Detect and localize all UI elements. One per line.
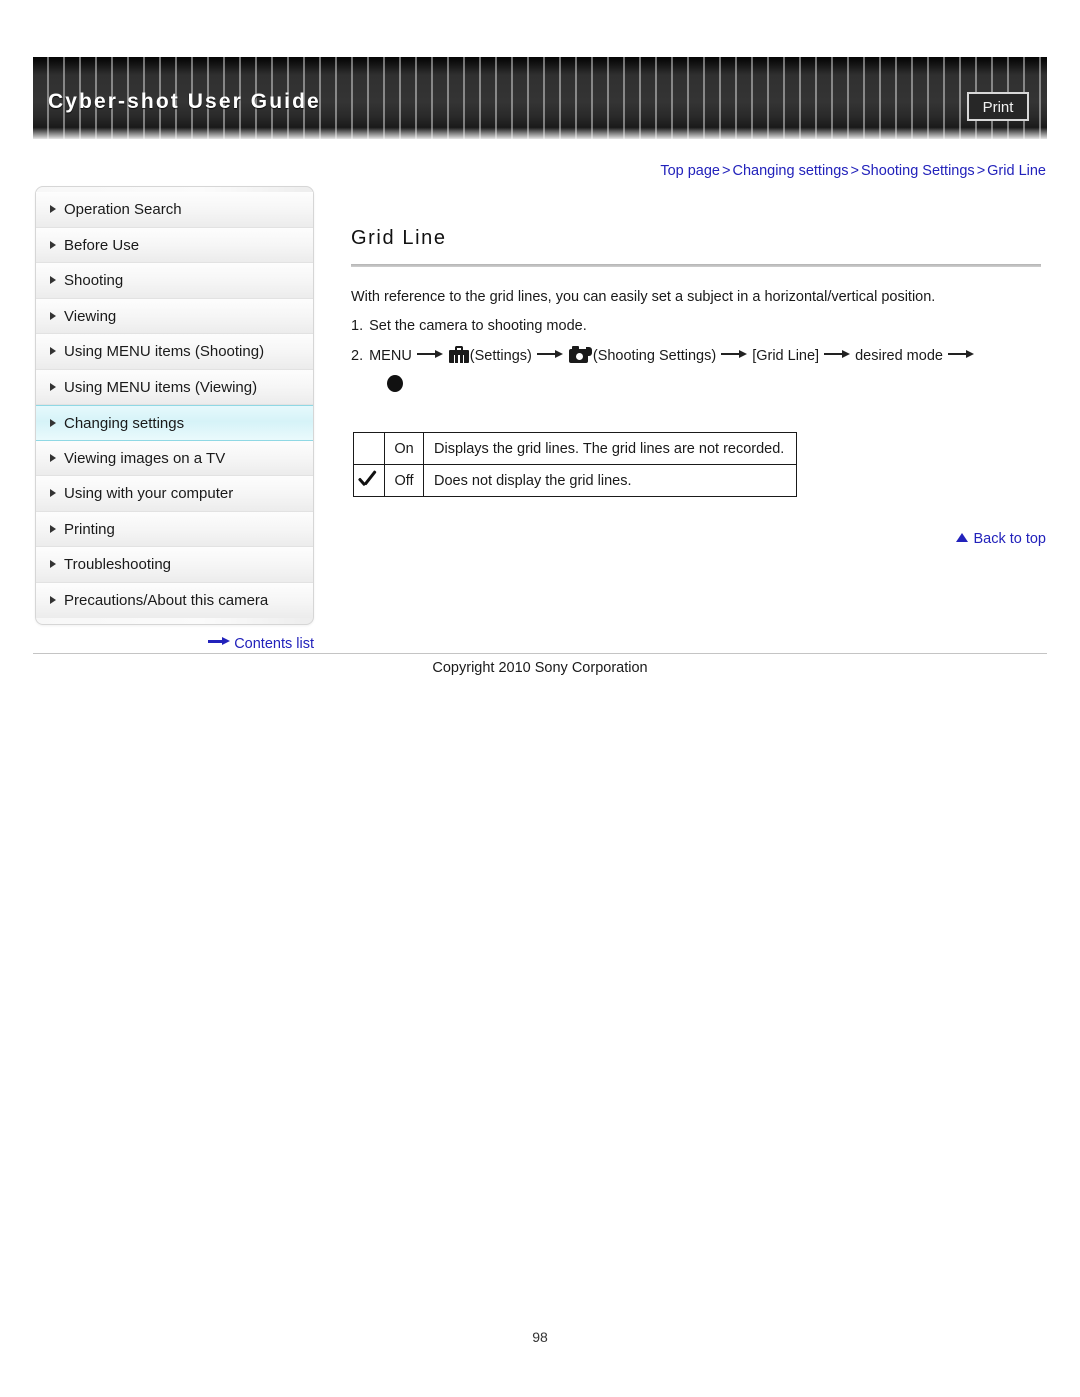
triangle-bullet-icon [50, 276, 56, 285]
triangle-bullet-icon [50, 560, 56, 569]
arrow-right-icon [536, 349, 563, 359]
triangle-bullet-icon [50, 524, 56, 533]
sidebar-item-before-use[interactable]: Before Use [36, 227, 313, 263]
intro-paragraph: With reference to the grid lines, you ca… [351, 289, 936, 305]
triangle-bullet-icon [50, 489, 56, 498]
sidebar-item-viewing[interactable]: Viewing [36, 298, 313, 334]
sidebar-item-using-menu-items-shooting[interactable]: Using MENU items (Shooting) [36, 334, 313, 370]
title-divider [351, 264, 1041, 267]
triangle-bullet-icon [50, 311, 56, 320]
filled-circle-bullet-icon [387, 375, 403, 392]
step-1: 1. Set the camera to shooting mode. [351, 318, 587, 334]
row-option-description: Displays the grid lines. The grid lines … [422, 432, 798, 465]
page-number: 98 [532, 1329, 548, 1345]
sidebar-item-label: Troubleshooting [64, 556, 172, 573]
camera-shooting-settings-icon [568, 346, 592, 363]
breadcrumb-separator: > [722, 163, 731, 179]
row-option-name: Off [384, 464, 424, 497]
step-2-number: 2. [351, 348, 364, 364]
triangle-bullet-icon [50, 596, 56, 605]
contents-list-link[interactable]: Contents list [35, 636, 314, 652]
triangle-bullet-icon [50, 382, 56, 391]
table-row: Off Does not display the grid lines. [353, 464, 798, 497]
print-button[interactable]: Print [967, 92, 1029, 121]
arrow-right-icon [208, 637, 231, 646]
arrow-right-icon [947, 349, 974, 359]
step-2-settings-label: (Settings) [469, 348, 532, 364]
footer-divider [33, 653, 1047, 654]
step-1-number: 1. [351, 318, 364, 334]
breadcrumb-item-changing-settings[interactable]: Changing settings [732, 163, 848, 179]
sidebar-item-label: Using with your computer [64, 485, 234, 502]
sidebar-item-changing-settings[interactable]: Changing settings [36, 405, 313, 441]
sidebar-item-label: Printing [64, 520, 115, 538]
sidebar-item-using-menu-items-viewing[interactable]: Using MENU items (Viewing) [36, 369, 313, 405]
breadcrumb-separator: > [850, 163, 860, 179]
triangle-bullet-icon [50, 347, 56, 356]
sidebar-item-label: Viewing images on a TV [64, 449, 226, 467]
sidebar-item-precautions-about-this-camera[interactable]: Precautions/About this camera [36, 582, 313, 618]
triangle-bullet-icon [50, 418, 56, 427]
arrow-right-icon [721, 349, 748, 359]
sidebar-item-label: Operation Search [64, 201, 182, 218]
row-option-name: On [384, 432, 424, 465]
breadcrumb: Top page > Changing settings > Shooting Sett… [346, 163, 1046, 179]
sidebar-item-viewing-images-on-a-tv[interactable]: Viewing images on a TV [36, 440, 313, 476]
row-check-cell [353, 464, 385, 497]
breadcrumb-separator: > [976, 163, 986, 179]
sidebar-navigation: Operation Search Before Use Shooting Vie… [35, 186, 314, 625]
arrow-right-icon [416, 349, 443, 359]
sidebar-item-label: Viewing [64, 307, 117, 325]
step-2: 2. MENU (Settings) (Shooting Settings) [Grid… [351, 346, 979, 364]
triangle-bullet-icon [50, 453, 56, 462]
sidebar-item-label: Changing settings [64, 415, 185, 432]
page-title: Grid Line [351, 227, 447, 249]
row-option-description: Does not display the grid lines. [422, 464, 798, 497]
triangle-bullet-icon [50, 205, 56, 214]
toolbox-settings-icon [448, 346, 469, 363]
sidebar-item-using-with-your-computer[interactable]: Using with your computer [36, 476, 313, 512]
row-check-cell [353, 432, 385, 465]
triangle-bullet-icon [50, 240, 56, 249]
back-to-top-link[interactable]: Back to top [800, 531, 1046, 547]
grid-line-options-table: On Displays the grid lines. The grid lin… [353, 432, 798, 497]
sidebar-item-label: Shooting [64, 272, 124, 289]
arrow-right-icon [824, 349, 851, 359]
site-header: Cyber-shot User Guide Print [33, 57, 1047, 139]
sidebar-item-label: Before Use [64, 236, 140, 254]
back-to-top-label: Back to top [973, 531, 1046, 547]
copyright-text: Copyright 2010 Sony Corporation [432, 660, 648, 676]
step-2-shooting-settings-label: (Shooting Settings) [592, 348, 717, 364]
breadcrumb-item-shooting-settings[interactable]: Shooting Settings [861, 163, 975, 179]
sidebar-item-printing[interactable]: Printing [36, 511, 313, 547]
triangle-up-icon [956, 533, 969, 542]
sidebar-item-label: Precautions/About this camera [64, 591, 269, 609]
step-2-desired-mode-label: desired mode [855, 348, 943, 364]
sidebar-item-shooting[interactable]: Shooting [36, 263, 313, 299]
breadcrumb-item-grid-line[interactable]: Grid Line [987, 163, 1046, 179]
contents-list-label: Contents list [234, 636, 314, 652]
sidebar-item-troubleshooting[interactable]: Troubleshooting [36, 547, 313, 583]
step-2-grid-line-label: [Grid Line] [752, 348, 820, 364]
sidebar-item-label: Using MENU items (Shooting) [64, 343, 265, 360]
sidebar-item-operation-search[interactable]: Operation Search [36, 192, 313, 228]
sidebar-item-label: Using MENU items (Viewing) [64, 378, 258, 396]
table-row: On Displays the grid lines. The grid lin… [353, 432, 798, 465]
site-title: Cyber-shot User Guide [48, 90, 321, 113]
step-1-text: Set the camera to shooting mode. [369, 318, 587, 334]
checkmark-icon [358, 471, 380, 487]
step-2-menu-label: MENU [369, 348, 412, 364]
breadcrumb-item-top-page[interactable]: Top page [660, 163, 720, 179]
